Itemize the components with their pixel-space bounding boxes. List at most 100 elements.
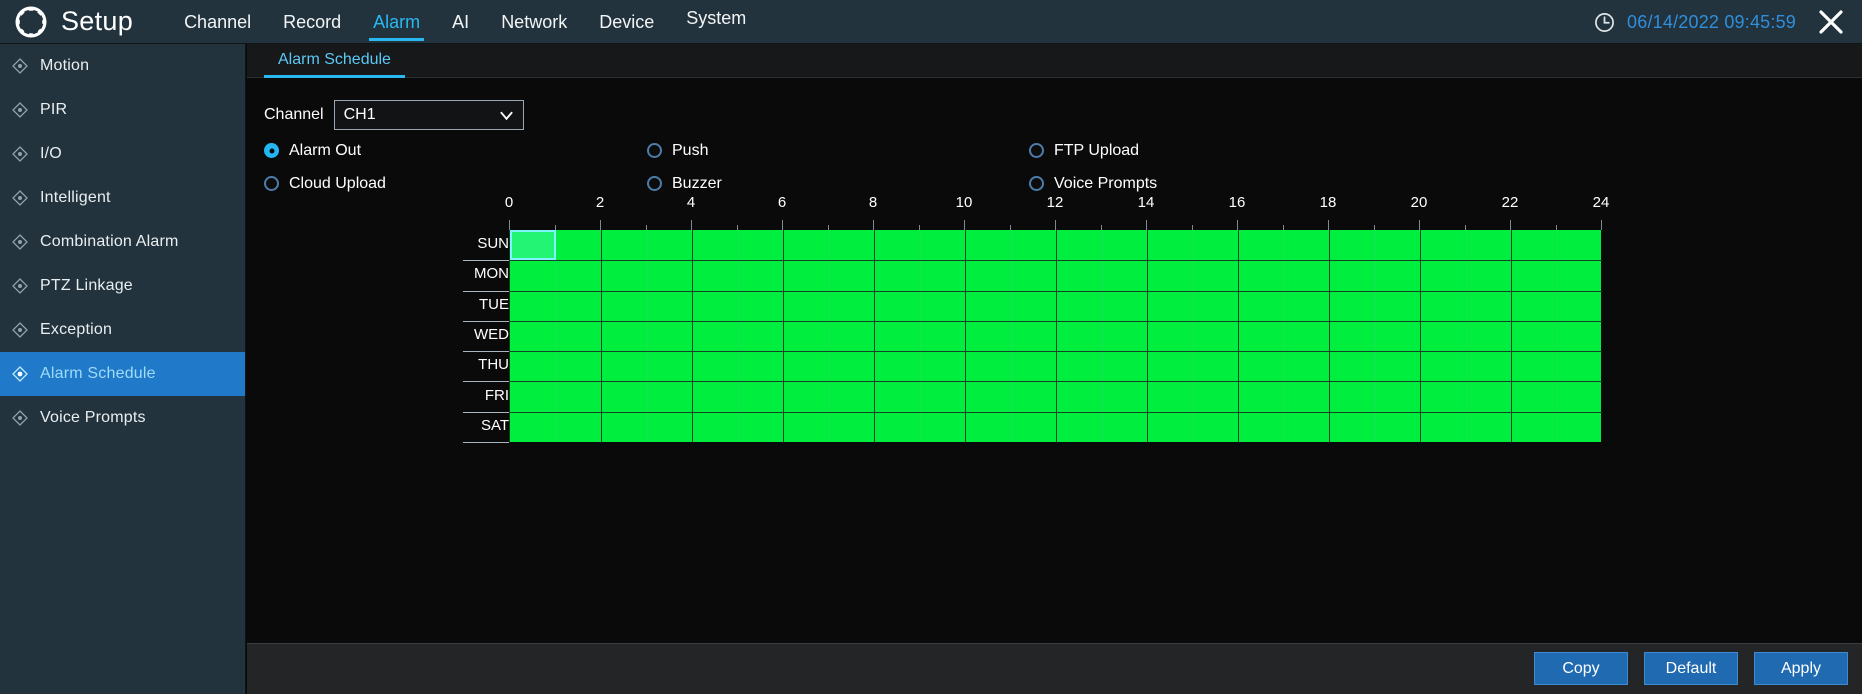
- sidebar-item-label: Motion: [40, 57, 90, 74]
- diamond-icon: [12, 102, 28, 118]
- grid-vline: [1192, 230, 1194, 442]
- radio-icon[interactable]: [1029, 176, 1044, 191]
- grid-vline: [1238, 230, 1239, 442]
- sidebar-item-label: Combination Alarm: [40, 233, 179, 250]
- menu-item-system[interactable]: System: [670, 0, 762, 36]
- hour-tick: [1601, 220, 1602, 230]
- sidebar-item-label: I/O: [40, 145, 62, 162]
- day-label: WED: [474, 326, 509, 343]
- hour-label: 8: [868, 194, 878, 211]
- hour-tick: [964, 220, 965, 230]
- grid-vline: [783, 230, 784, 442]
- grid-vline: [1010, 230, 1012, 442]
- hour-label: 16: [1228, 194, 1246, 211]
- radio-icon[interactable]: [264, 143, 279, 158]
- radio-voice-prompts[interactable]: Voice Prompts: [1029, 175, 1329, 193]
- hour-tick: [873, 220, 874, 230]
- hour-tick: [1237, 220, 1238, 230]
- diamond-icon: [12, 58, 28, 74]
- apply-button[interactable]: Apply: [1754, 652, 1848, 685]
- grid-vline: [919, 230, 921, 442]
- radio-push[interactable]: Push: [647, 142, 1029, 160]
- diamond-icon: [12, 322, 28, 338]
- menu-item-alarm[interactable]: Alarm: [357, 0, 436, 44]
- radio-cloud-upload[interactable]: Cloud Upload: [264, 175, 647, 193]
- menu-item-record[interactable]: Record: [267, 0, 357, 44]
- menu-item-network[interactable]: Network: [485, 0, 583, 44]
- hour-label: 18: [1319, 194, 1337, 211]
- alarm-type-options: Alarm Out Push FTP Upload Cloud Upload B…: [264, 134, 1684, 200]
- radio-buzzer[interactable]: Buzzer: [647, 175, 1029, 193]
- day-label: SUN: [477, 235, 509, 253]
- grid-vline: [1329, 230, 1330, 442]
- close-icon[interactable]: [1816, 7, 1846, 37]
- footer-bar: Copy Default Apply: [247, 643, 1862, 694]
- day-label: SAT: [480, 416, 509, 434]
- sidebar-item-ptz-linkage[interactable]: PTZ Linkage: [0, 264, 245, 308]
- tab-alarm-schedule[interactable]: Alarm Schedule: [264, 44, 405, 78]
- gear-icon: [14, 5, 48, 39]
- diamond-icon: [12, 146, 28, 162]
- sidebar-item-voice-prompts[interactable]: Voice Prompts: [0, 396, 245, 440]
- default-button[interactable]: Default: [1644, 652, 1738, 685]
- hour-label: 22: [1501, 194, 1519, 211]
- grid-vline: [1101, 230, 1103, 442]
- grid-vline: [1465, 230, 1467, 442]
- hour-label: 10: [955, 194, 973, 211]
- setup-window: Setup Channel Record Alarm AI Network De…: [0, 0, 1862, 694]
- radio-icon[interactable]: [647, 176, 662, 191]
- radio-icon[interactable]: [647, 143, 662, 158]
- brand: Setup: [14, 5, 133, 39]
- sidebar-item-pir[interactable]: PIR: [0, 88, 245, 132]
- sidebar-item-label: Exception: [40, 321, 113, 338]
- copy-button[interactable]: Copy: [1534, 652, 1628, 685]
- hour-tick: [782, 220, 783, 230]
- radio-ftp-upload[interactable]: FTP Upload: [1029, 142, 1329, 160]
- radio-label: Voice Prompts: [1054, 174, 1158, 192]
- sidebar-item-combination-alarm[interactable]: Combination Alarm: [0, 220, 245, 264]
- grid-vline: [965, 230, 966, 442]
- hour-tick: [1146, 220, 1147, 230]
- sidebar-item-label: Intelligent: [40, 189, 111, 206]
- radio-icon[interactable]: [264, 176, 279, 191]
- diamond-icon: [12, 234, 28, 250]
- sidebar-item-io[interactable]: I/O: [0, 132, 245, 176]
- menu-item-device[interactable]: Device: [583, 0, 670, 44]
- grid-vline: [1374, 230, 1376, 442]
- day-label: TUE: [479, 295, 509, 313]
- radio-alarm-out[interactable]: Alarm Out: [264, 142, 647, 160]
- menu-item-channel[interactable]: Channel: [168, 0, 267, 44]
- hour-label: 6: [777, 194, 787, 211]
- sidebar-item-label: Alarm Schedule: [40, 365, 156, 382]
- day-label-underline: [463, 320, 509, 322]
- header-right: 06/14/2022 09:45:59: [1594, 0, 1862, 44]
- day-label-underline: [463, 411, 509, 413]
- diamond-icon: [12, 190, 28, 206]
- grid-vline: [828, 230, 830, 442]
- app-title: Setup: [61, 6, 134, 36]
- sidebar-item-alarm-schedule[interactable]: Alarm Schedule: [0, 352, 245, 396]
- diamond-icon: [12, 366, 28, 382]
- channel-select[interactable]: CH1: [333, 100, 524, 130]
- alarm-type-row: Alarm Out Push FTP Upload: [264, 134, 1684, 167]
- day-label-underline: [463, 381, 509, 383]
- hour-label: 24: [1592, 194, 1610, 211]
- day-label-underline: [463, 442, 509, 443]
- footer-buttons: Copy Default Apply: [1534, 652, 1848, 685]
- menu-item-ai[interactable]: AI: [436, 0, 485, 44]
- hour-tick: [1510, 220, 1511, 230]
- day-label: FRI: [484, 386, 509, 404]
- app-header: Setup Channel Record Alarm AI Network De…: [0, 0, 1862, 44]
- diamond-icon: [12, 278, 28, 294]
- hour-tick: [1055, 220, 1056, 230]
- grid-vline: [1283, 230, 1285, 442]
- content-panel: Alarm Schedule Channel CH1 Alarm Out Pus…: [247, 44, 1862, 694]
- sidebar-item-intelligent[interactable]: Intelligent: [0, 176, 245, 220]
- day-labels: SUN MON TUE WED THU FRI SAT: [463, 194, 759, 444]
- day-label: MON: [474, 265, 509, 283]
- radio-icon[interactable]: [1029, 143, 1044, 158]
- sidebar-item-exception[interactable]: Exception: [0, 308, 245, 352]
- sidebar-item-motion[interactable]: Motion: [0, 44, 245, 88]
- chevron-down-icon: [499, 108, 514, 123]
- channel-select-value: CH1: [343, 106, 376, 123]
